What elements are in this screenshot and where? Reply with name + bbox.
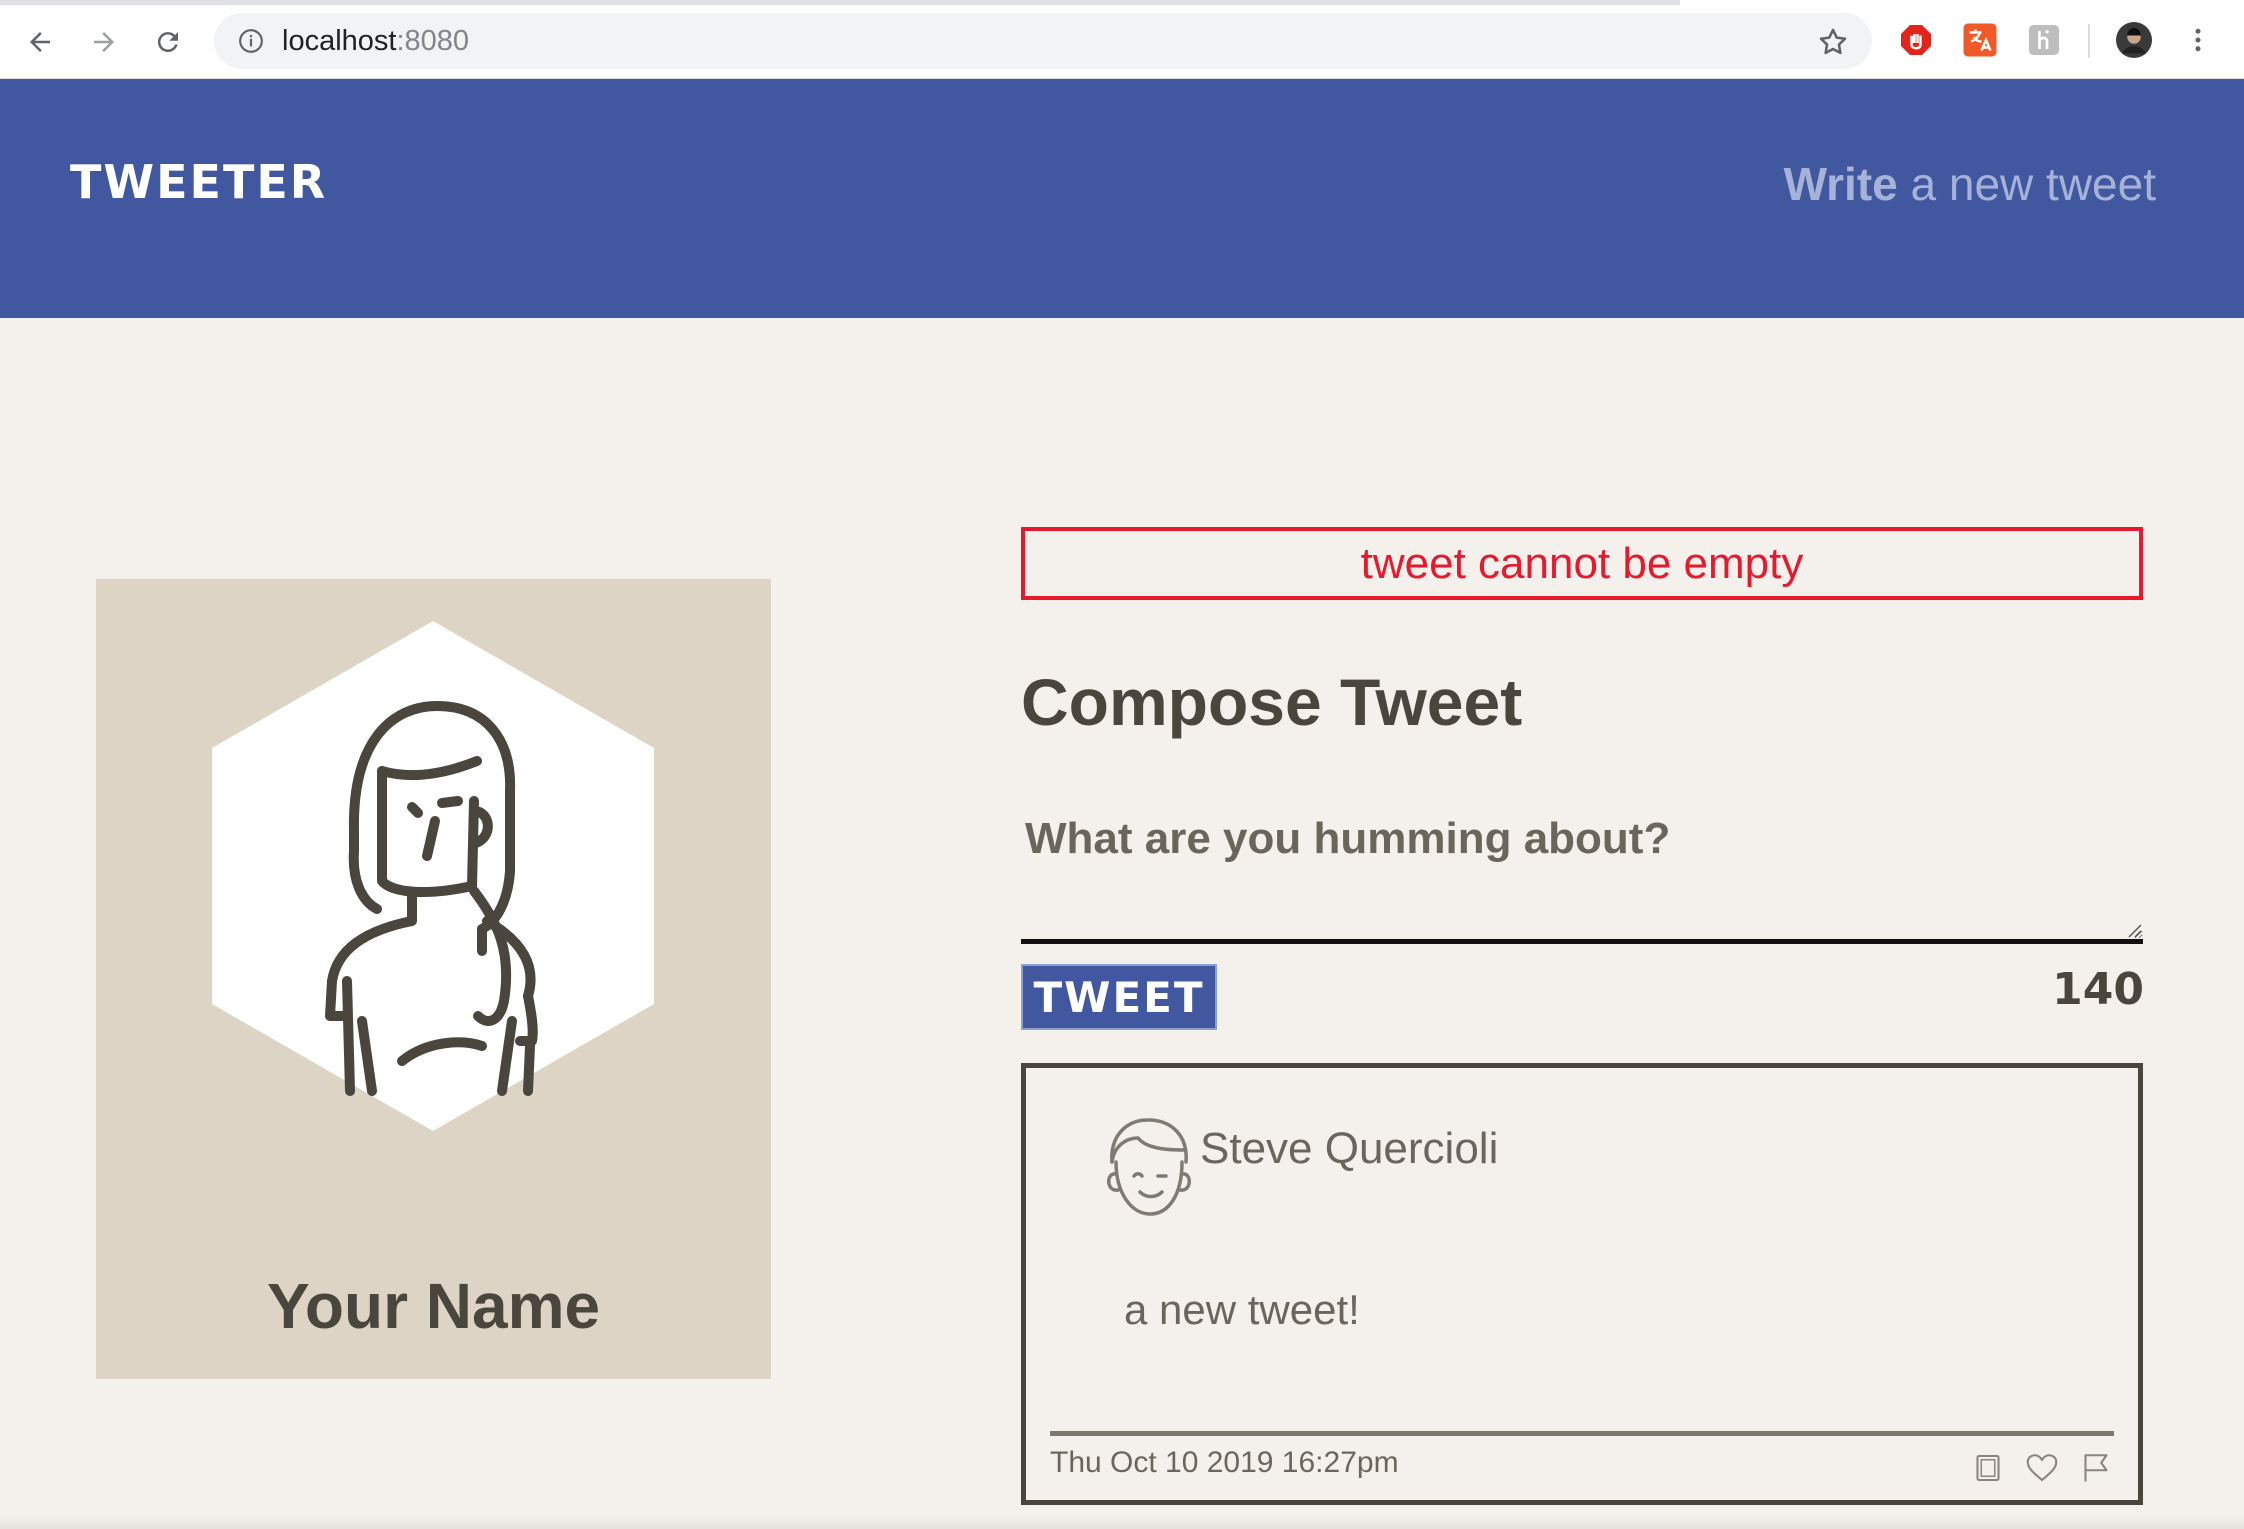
brand-logo[interactable]: TWEETER bbox=[70, 155, 327, 209]
translate-extension-button[interactable] bbox=[1962, 22, 1998, 58]
extension-icon bbox=[2029, 25, 2059, 55]
tweet-card: Steve Quercioli a new tweet! Thu Oct 10 … bbox=[1021, 1063, 2143, 1505]
tweet-author: Steve Quercioli bbox=[1200, 1124, 1499, 1173]
kebab-menu-icon bbox=[2195, 28, 2201, 52]
forward-button[interactable] bbox=[76, 14, 132, 70]
translate-icon bbox=[1963, 23, 1997, 57]
profile-name: Your Name bbox=[266, 1270, 601, 1342]
page-load-bar bbox=[0, 0, 1680, 5]
character-counter: 140 bbox=[2052, 964, 2144, 1015]
tweet-body: a new tweet! bbox=[1124, 1286, 1360, 1333]
compose-title: Compose Tweet bbox=[1021, 665, 1523, 739]
tweet-divider bbox=[1050, 1431, 2114, 1436]
write-new-tweet-link[interactable]: Write a new tweet bbox=[1784, 157, 2156, 211]
url-port: :8080 bbox=[396, 25, 470, 57]
profile-avatar-icon bbox=[2116, 22, 2152, 58]
avatar[interactable] bbox=[2116, 22, 2152, 58]
retweet-icon[interactable] bbox=[1970, 1450, 2006, 1486]
arrow-left-icon bbox=[30, 32, 50, 52]
back-button[interactable] bbox=[12, 14, 68, 70]
url-text: localhost:8080 bbox=[282, 24, 469, 58]
profile-avatar-illustration bbox=[212, 621, 654, 1131]
browser-toolbar: localhost:8080 bbox=[0, 0, 2244, 79]
error-message: tweet cannot be empty bbox=[1021, 527, 2143, 600]
arrow-right-icon bbox=[94, 32, 114, 52]
tweet-actions bbox=[1970, 1450, 2114, 1486]
adblock-extension-button[interactable] bbox=[1898, 22, 1934, 58]
profile-card: Your Name bbox=[96, 579, 771, 1379]
address-bar[interactable]: localhost:8080 bbox=[214, 13, 1872, 69]
info-icon[interactable] bbox=[238, 28, 264, 54]
compose-link-bold: Write bbox=[1783, 158, 1898, 210]
adblock-icon bbox=[1901, 25, 1931, 55]
tweet-submit-button[interactable]: TWEET bbox=[1021, 964, 1217, 1030]
app-header: TWEETER Write a new tweet bbox=[0, 79, 2244, 318]
heart-icon[interactable] bbox=[2024, 1450, 2060, 1486]
user-avatar-icon bbox=[1107, 1118, 1191, 1216]
flag-icon[interactable] bbox=[2078, 1450, 2114, 1486]
star-icon[interactable] bbox=[1816, 25, 1850, 59]
tweet-timestamp: Thu Oct 10 2019 16:27pm bbox=[1050, 1446, 1399, 1479]
toolbar-separator bbox=[2088, 24, 2090, 58]
url-host: localhost bbox=[282, 25, 397, 57]
extension-button[interactable] bbox=[2026, 22, 2062, 58]
page-bottom-edge bbox=[0, 1515, 2244, 1529]
compose-link-text: a new tweet bbox=[1897, 158, 2157, 210]
browser-menu-button[interactable] bbox=[2180, 22, 2216, 58]
reload-button[interactable] bbox=[140, 14, 196, 70]
error-text: tweet cannot be empty bbox=[1360, 538, 1804, 588]
tweet-textarea[interactable] bbox=[1021, 810, 2143, 944]
reload-icon bbox=[157, 32, 178, 53]
resize-handle-icon[interactable] bbox=[2126, 922, 2142, 938]
